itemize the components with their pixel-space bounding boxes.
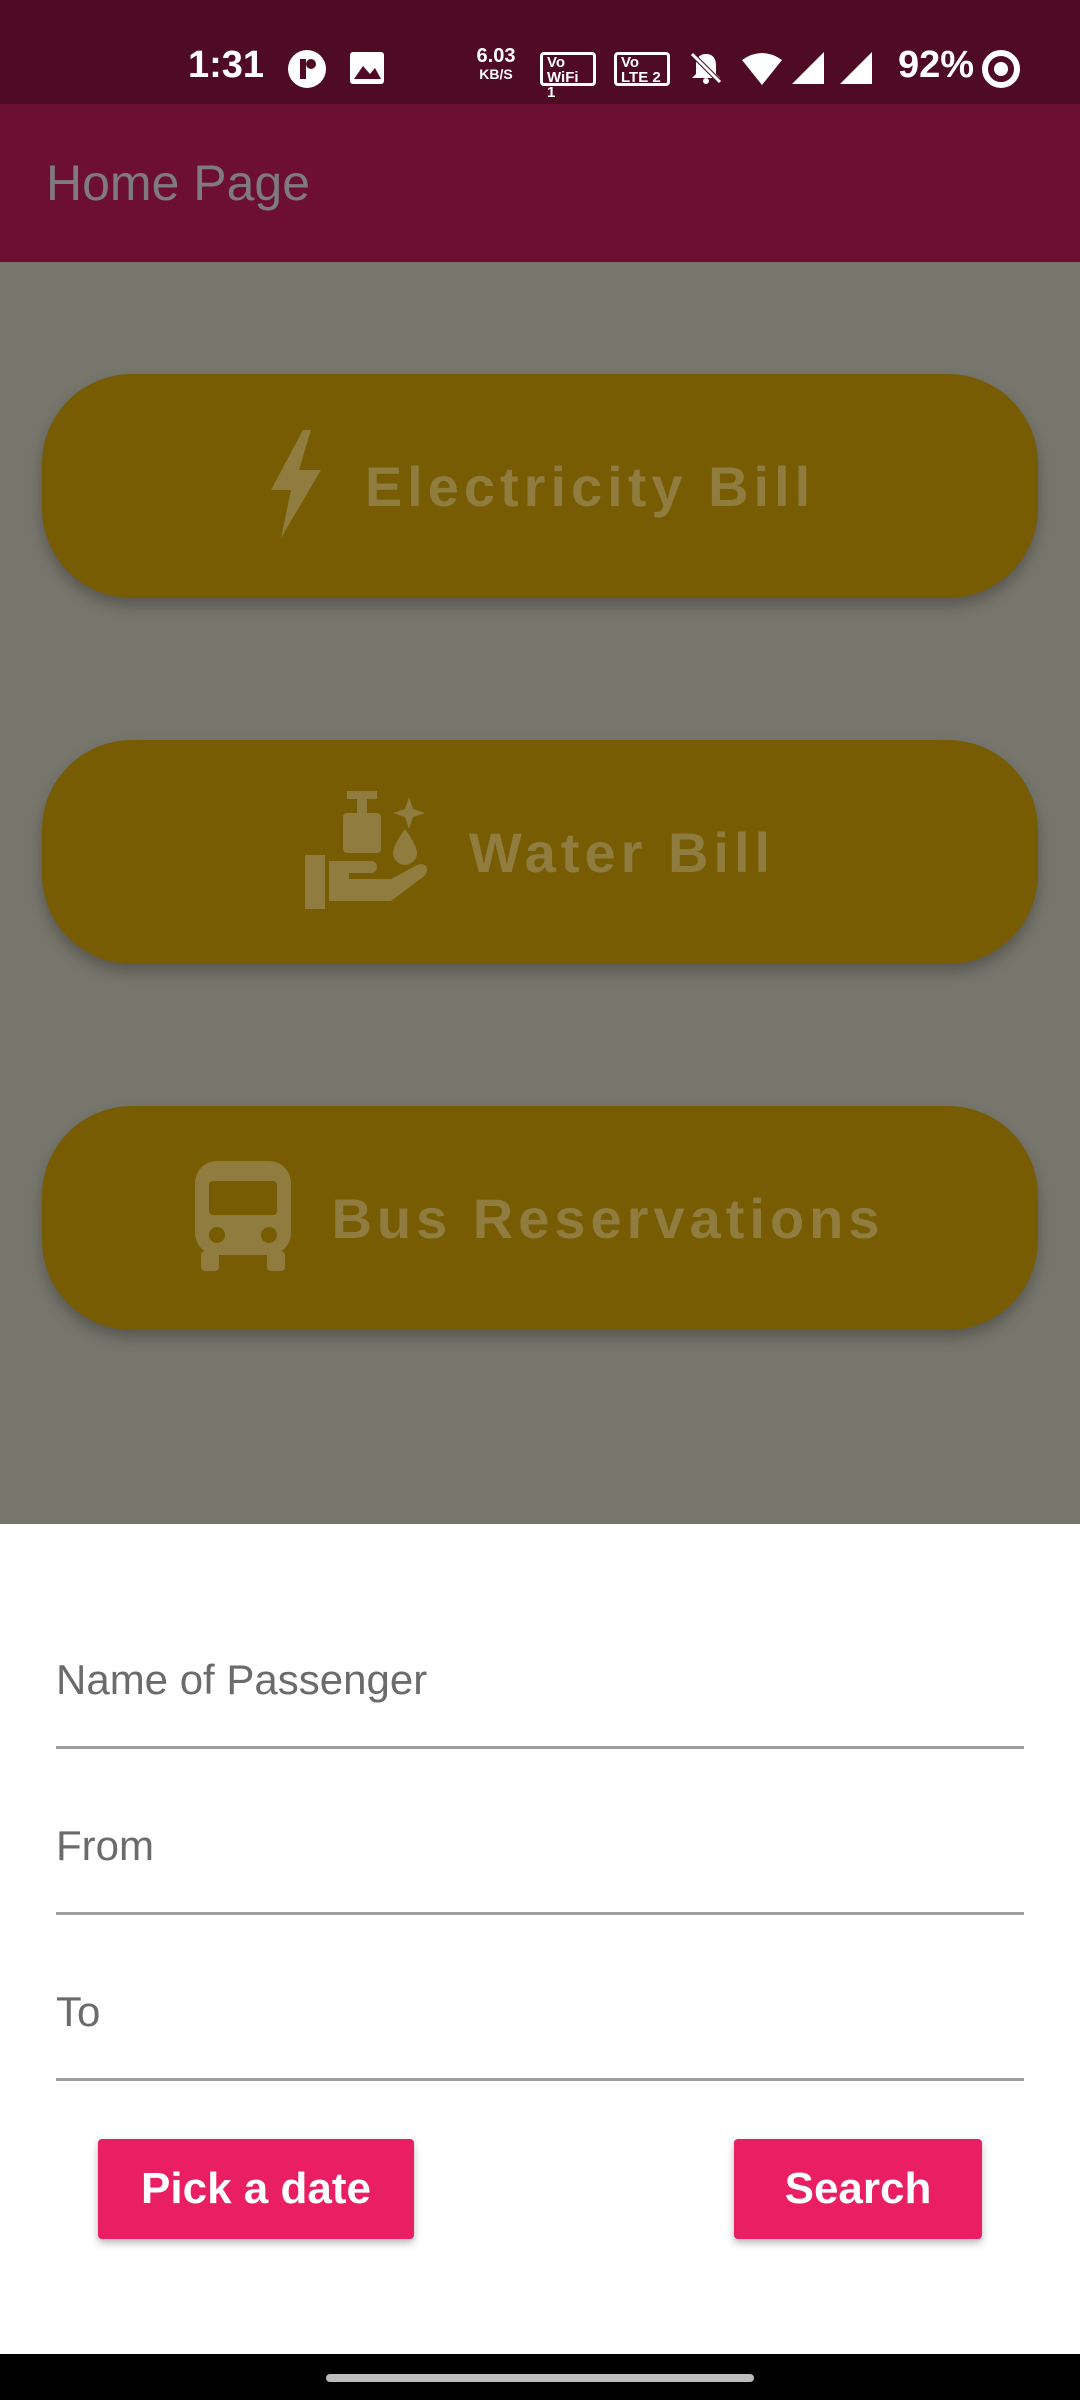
- from-field[interactable]: [56, 1812, 1024, 1915]
- bus-reservations-button[interactable]: Bus Reservations: [42, 1106, 1038, 1330]
- mute-icon: [690, 52, 722, 84]
- wifi-icon: [742, 53, 782, 85]
- net-speed: 6.03 KB/S: [472, 46, 520, 82]
- home-gesture-handle[interactable]: [326, 2374, 754, 2382]
- passenger-name-input[interactable]: [56, 1656, 1024, 1704]
- wifi-calling-badge: Vo WiFi 1: [540, 52, 596, 100]
- app-bar: Home Page: [0, 104, 1080, 262]
- net-speed-value: 6.03: [476, 45, 516, 67]
- bus-reservations-label: Bus Reservations: [331, 1186, 885, 1250]
- gallery-icon: [350, 52, 384, 84]
- page-title: Home Page: [46, 155, 311, 211]
- from-input[interactable]: [56, 1822, 1024, 1870]
- notification-icon: [288, 50, 326, 88]
- water-bill-label: Water Bill: [468, 820, 776, 884]
- navigation-bar: [0, 2354, 1080, 2400]
- lte-badge: Vo LTE 2: [614, 52, 670, 86]
- hand-wash-icon: [304, 790, 429, 914]
- to-field[interactable]: [56, 1978, 1024, 2081]
- status-time: 1:31: [188, 44, 265, 86]
- electricity-bill-button[interactable]: Electricity Bill: [42, 374, 1038, 598]
- status-bar: 1:31 6.03 KB/S Vo WiFi 1 Vo LTE 2 92%: [0, 0, 1080, 104]
- net-speed-unit: KB/S: [479, 66, 513, 82]
- signal-icon: [840, 52, 872, 84]
- search-button[interactable]: Search: [734, 2139, 982, 2239]
- battery-ring-icon: [982, 50, 1020, 88]
- pick-date-button[interactable]: Pick a date: [98, 2139, 414, 2239]
- passenger-name-field[interactable]: [56, 1646, 1024, 1749]
- battery-percent: 92%: [898, 44, 975, 86]
- electricity-bill-label: Electricity Bill: [364, 454, 816, 518]
- water-bill-button[interactable]: Water Bill: [42, 740, 1038, 964]
- lightning-icon: [265, 429, 325, 543]
- to-input[interactable]: [56, 1988, 1024, 2036]
- bus-icon: [195, 1160, 292, 1276]
- signal-icon: [792, 52, 824, 84]
- bus-reservation-sheet: Pick a date Search: [0, 1524, 1080, 2354]
- main-content-scrim[interactable]: Electricity Bill Water Bill Bus Reservat…: [0, 262, 1080, 1524]
